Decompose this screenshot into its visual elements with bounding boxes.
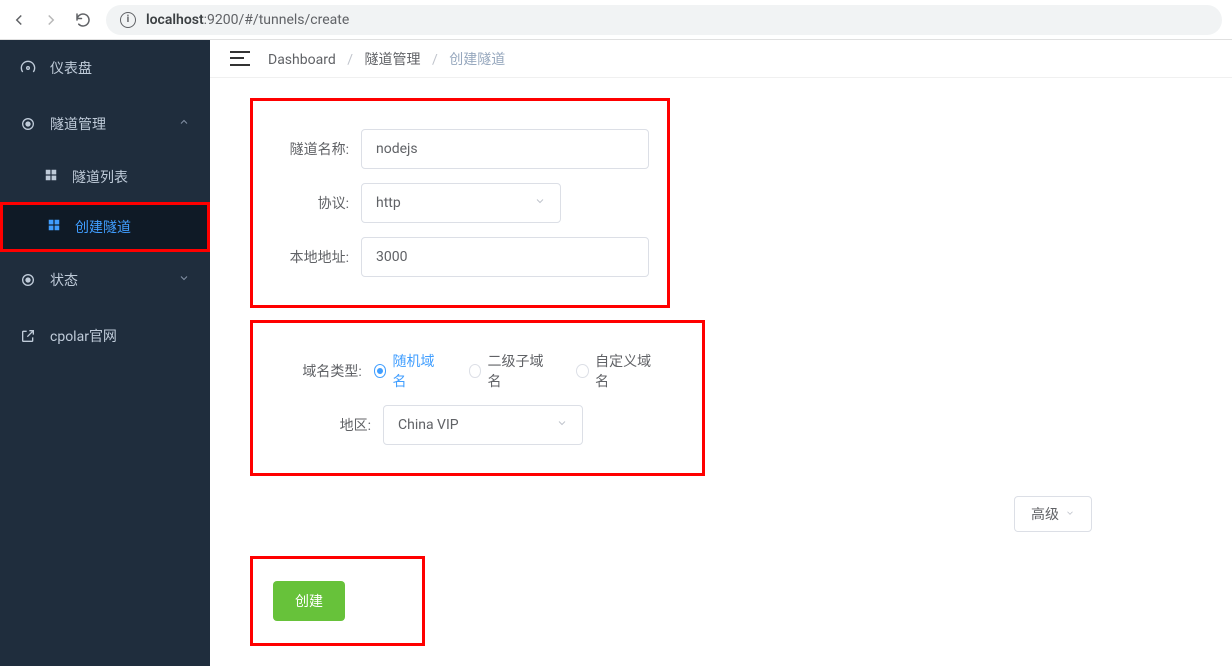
grid-icon: [47, 218, 61, 236]
forward-icon[interactable]: [42, 11, 60, 29]
url-path: :9200/#/tunnels/create: [204, 12, 350, 28]
sidebar-item-tunnel-create[interactable]: 创建隧道: [0, 202, 210, 252]
grid-icon: [44, 168, 58, 186]
region-label: 地区:: [271, 415, 371, 435]
gauge-icon: [20, 60, 36, 76]
breadcrumb-item[interactable]: Dashboard: [268, 52, 336, 68]
sidebar-item-official-site[interactable]: cpolar官网: [0, 308, 210, 364]
radio-custom-domain[interactable]: 自定义域名: [576, 351, 658, 391]
protocol-select[interactable]: http: [361, 183, 561, 223]
main-content: Dashboard / 隧道管理 / 创建隧道 隧道名称: 协议: http: [210, 40, 1232, 666]
create-button[interactable]: 创建: [273, 581, 345, 621]
chevron-down-icon: [178, 272, 190, 288]
browser-toolbar: i localhost:9200/#/tunnels/create: [0, 0, 1232, 40]
local-addr-input[interactable]: [361, 237, 649, 277]
sidebar-item-tunnel-mgmt[interactable]: 隧道管理: [0, 96, 210, 152]
sidebar-label: 隧道管理: [50, 114, 106, 134]
circle-icon: [20, 116, 36, 132]
submit-section: 创建: [250, 556, 425, 646]
sidebar-item-dashboard[interactable]: 仪表盘: [0, 40, 210, 96]
sidebar-label: 状态: [50, 270, 78, 290]
reload-icon[interactable]: [74, 11, 92, 29]
breadcrumb: Dashboard / 隧道管理 / 创建隧道: [268, 49, 505, 69]
sidebar-item-tunnel-list[interactable]: 隧道列表: [0, 152, 210, 202]
breadcrumb-current: 创建隧道: [449, 52, 505, 68]
tunnel-name-input[interactable]: [361, 129, 649, 169]
domain-type-label: 域名类型:: [271, 361, 362, 381]
form-section-basic: 隧道名称: 协议: http 本地地址:: [250, 98, 670, 308]
address-bar[interactable]: i localhost:9200/#/tunnels/create: [106, 5, 1222, 35]
topbar: Dashboard / 隧道管理 / 创建隧道: [210, 40, 1232, 78]
sidebar-label: 隧道列表: [72, 167, 128, 187]
advanced-button[interactable]: 高级: [1014, 496, 1092, 532]
sidebar-label: cpolar官网: [50, 326, 117, 346]
breadcrumb-item[interactable]: 隧道管理: [364, 52, 420, 68]
back-icon[interactable]: [10, 11, 28, 29]
caret-down-icon: [1065, 506, 1075, 522]
circle-icon: [20, 272, 36, 288]
chevron-down-icon: [556, 417, 568, 433]
url-host: localhost: [146, 12, 204, 28]
sidebar-label: 仪表盘: [50, 58, 92, 78]
chevron-up-icon: [178, 116, 190, 132]
region-select[interactable]: China VIP: [383, 405, 583, 445]
radio-subdomain[interactable]: 二级子域名: [469, 351, 551, 391]
external-link-icon: [20, 328, 36, 344]
menu-toggle-icon[interactable]: [230, 49, 250, 69]
protocol-value: http: [376, 195, 401, 211]
sidebar-label: 创建隧道: [75, 217, 131, 237]
sidebar-item-status[interactable]: 状态: [0, 252, 210, 308]
radio-random-domain[interactable]: 随机域名: [374, 351, 443, 391]
site-info-icon[interactable]: i: [120, 12, 136, 28]
local-addr-label: 本地地址:: [271, 247, 349, 267]
region-value: China VIP: [398, 417, 459, 433]
protocol-label: 协议:: [271, 193, 349, 213]
sidebar: 仪表盘 隧道管理 隧道列表 创建隧道 状态 cpolar官网: [0, 40, 210, 666]
tunnel-name-label: 隧道名称:: [271, 139, 349, 159]
chevron-down-icon: [534, 195, 546, 211]
form-section-domain: 域名类型: 随机域名 二级子域名 自定义域名 地区: China VIP: [250, 320, 705, 476]
